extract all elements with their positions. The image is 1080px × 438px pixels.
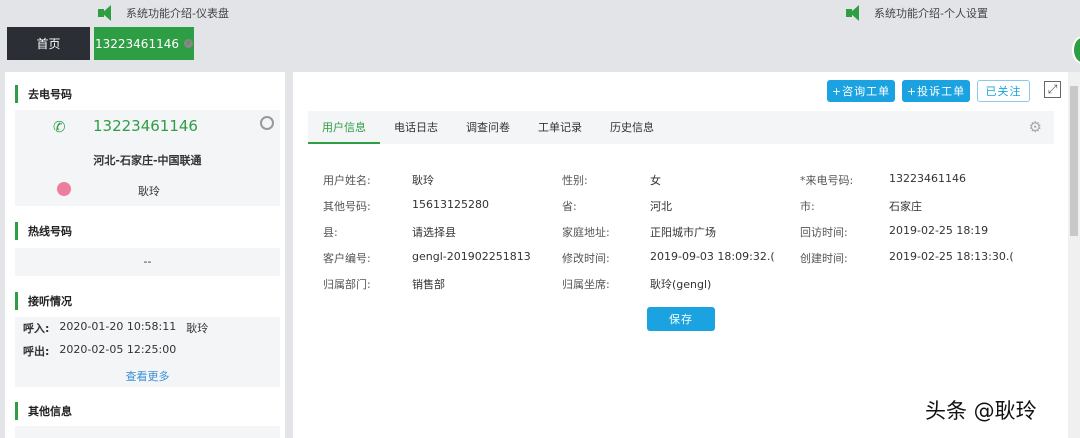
- field-label: 省:: [562, 200, 577, 213]
- field-value[interactable]: 2019-02-25 18:13:30.(: [889, 250, 1014, 263]
- field-value[interactable]: 15613125280: [412, 198, 489, 211]
- call-time: 2020-01-20 10:58:11: [59, 320, 177, 333]
- caller-card: ✆ 13223461146 河北-石家庄-中国联通 耿玲: [15, 110, 280, 206]
- float-button[interactable]: [1072, 36, 1080, 64]
- left-panel: 去电号码 ✆ 13223461146 河北-石家庄-中国联通 耿玲 热线号码 -…: [5, 72, 285, 438]
- field-label: 归属坐席:: [562, 278, 610, 291]
- scrollbar-thumb[interactable]: [1070, 86, 1078, 236]
- call-row: 呼入: 2020-01-20 10:58:11 耿玲: [23, 320, 208, 336]
- field-label: 性别:: [562, 174, 588, 187]
- field-value[interactable]: 正阳城市广场: [650, 224, 716, 240]
- field-value[interactable]: 13223461146: [889, 172, 966, 185]
- caller-section-title: 去电号码: [15, 85, 72, 103]
- consult-ticket-button[interactable]: +咨询工单: [827, 80, 895, 102]
- gear-icon[interactable]: ⚙: [1029, 111, 1042, 144]
- call-time: 2020-02-05 12:25:00: [59, 343, 177, 356]
- close-icon[interactable]: ×: [183, 39, 193, 48]
- search-icon[interactable]: [260, 116, 274, 130]
- field-label: 回访时间:: [800, 226, 848, 239]
- call-agent: 耿玲: [186, 322, 209, 335]
- field-label: 市:: [800, 200, 815, 213]
- hotline-value: --: [15, 248, 280, 276]
- tab-history[interactable]: 历史信息: [596, 111, 668, 144]
- call-row: 呼出: 2020-02-05 12:25:00: [23, 343, 176, 359]
- field-value[interactable]: gengl-201902251813: [412, 250, 531, 263]
- field-label: 用户姓名:: [323, 174, 371, 187]
- calls-card: 呼入: 2020-01-20 10:58:11 耿玲 呼出: 2020-02-05 1…: [15, 317, 280, 387]
- calls-section-title: 接听情况: [15, 292, 72, 310]
- field-label: 家庭地址:: [562, 226, 610, 239]
- tab-call-log[interactable]: 电话日志: [380, 111, 452, 144]
- tab-survey[interactable]: 调查问卷: [452, 111, 524, 144]
- field-value[interactable]: 耿玲(gengl): [650, 276, 711, 292]
- tab-label: 首页: [36, 37, 61, 51]
- field-label: 其他号码:: [323, 200, 371, 213]
- expand-icon[interactable]: ⤢: [1044, 81, 1061, 98]
- field-value[interactable]: 2019-09-03 18:09:32.(: [650, 250, 775, 263]
- field-value[interactable]: 销售部: [412, 276, 445, 292]
- field-value[interactable]: 耿玲: [412, 172, 434, 188]
- complaint-ticket-button[interactable]: +投诉工单: [902, 80, 970, 102]
- agent-name: 耿玲: [138, 185, 160, 198]
- save-button[interactable]: 保存: [647, 307, 715, 331]
- tab-user-info[interactable]: 用户信息: [308, 111, 380, 144]
- field-label: *来电号码:: [800, 174, 854, 187]
- field-value[interactable]: 请选择县: [412, 224, 456, 240]
- tab-tickets[interactable]: 工单记录: [524, 111, 596, 144]
- field-value[interactable]: 2019-02-25 18:19: [889, 224, 988, 237]
- watermark: 头条 @耿玲: [925, 399, 1037, 423]
- speaker-icon: [846, 5, 866, 21]
- speaker-icon: [98, 5, 118, 21]
- avatar: [57, 182, 71, 196]
- other-section-title: 其他信息: [15, 402, 72, 420]
- field-label: 归属部门:: [323, 278, 371, 291]
- tab-home[interactable]: 首页: [7, 27, 90, 60]
- view-more-link[interactable]: 查看更多: [15, 368, 280, 384]
- field-value[interactable]: 河北: [650, 198, 672, 214]
- hotline-section-title: 热线号码: [15, 222, 72, 240]
- call-label: 呼出:: [23, 345, 50, 358]
- content-tabs: 用户信息 电话日志 调查问卷 工单记录 历史信息 ⚙: [308, 111, 1054, 144]
- field-label: 客户编号:: [323, 252, 371, 265]
- tab-label: 13223461146: [95, 36, 179, 51]
- field-value[interactable]: 女: [650, 172, 661, 188]
- call-label: 呼入:: [23, 322, 50, 335]
- notice-text: 系统功能介绍-仪表盘: [126, 7, 229, 20]
- field-value[interactable]: 石家庄: [889, 198, 922, 214]
- followed-button[interactable]: 已关注: [977, 80, 1030, 102]
- caller-location: 河北-石家庄-中国联通: [93, 154, 202, 167]
- phone-icon: ✆: [53, 118, 66, 136]
- notice-settings[interactable]: 系统功能介绍-个人设置: [846, 5, 988, 21]
- tab-active-call[interactable]: 13223461146 ×: [94, 27, 194, 60]
- field-label: 创建时间:: [800, 252, 848, 265]
- notice-text: 系统功能介绍-个人设置: [874, 7, 988, 20]
- caller-phone: 13223461146: [93, 117, 198, 135]
- field-label: 修改时间:: [562, 252, 610, 265]
- scrollbar[interactable]: [1068, 72, 1080, 438]
- field-label: 县:: [323, 226, 338, 239]
- notice-dashboard[interactable]: 系统功能介绍-仪表盘: [98, 5, 229, 21]
- other-card: [15, 426, 280, 438]
